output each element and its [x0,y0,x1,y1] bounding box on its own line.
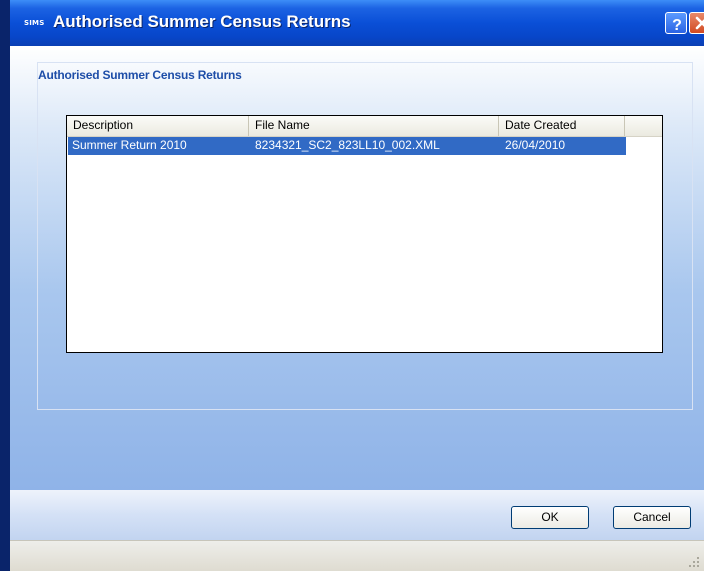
button-bar: OK Cancel [10,490,704,540]
close-button[interactable] [689,12,704,34]
resize-grip-icon[interactable] [688,556,700,568]
group-title: Authorised Summer Census Returns [38,68,242,82]
cell-file-name: 8234321_SC2_823LL10_002.XML [255,138,440,152]
column-header-date-created[interactable]: Date Created [499,116,625,136]
returns-list[interactable]: Description File Name Date Created Summe… [66,115,663,353]
table-row[interactable]: Summer Return 2010 8234321_SC2_823LL10_0… [68,137,626,155]
dialog-window: SIMS Authorised Summer Census Returns ? … [0,0,704,571]
window-border [0,0,10,571]
close-icon [695,16,704,30]
status-bar [10,540,704,571]
ok-button[interactable]: OK [511,506,589,529]
cell-date-created: 26/04/2010 [505,138,566,152]
cancel-button[interactable]: Cancel [613,506,691,529]
column-header-description[interactable]: Description [67,116,249,136]
cell-description: Summer Return 2010 [72,138,187,152]
help-icon-glyph: ? [672,17,682,34]
dialog-body: Authorised Summer Census Returns Descrip… [10,46,704,490]
list-header: Description File Name Date Created [67,116,662,137]
title-bar[interactable]: SIMS Authorised Summer Census Returns ? [10,0,704,46]
help-icon: ? [672,17,682,34]
window-title: Authorised Summer Census Returns [53,12,351,31]
column-header-file-name[interactable]: File Name [249,116,499,136]
sims-logo-icon: SIMS [24,19,45,27]
help-button[interactable]: ? [665,12,687,34]
